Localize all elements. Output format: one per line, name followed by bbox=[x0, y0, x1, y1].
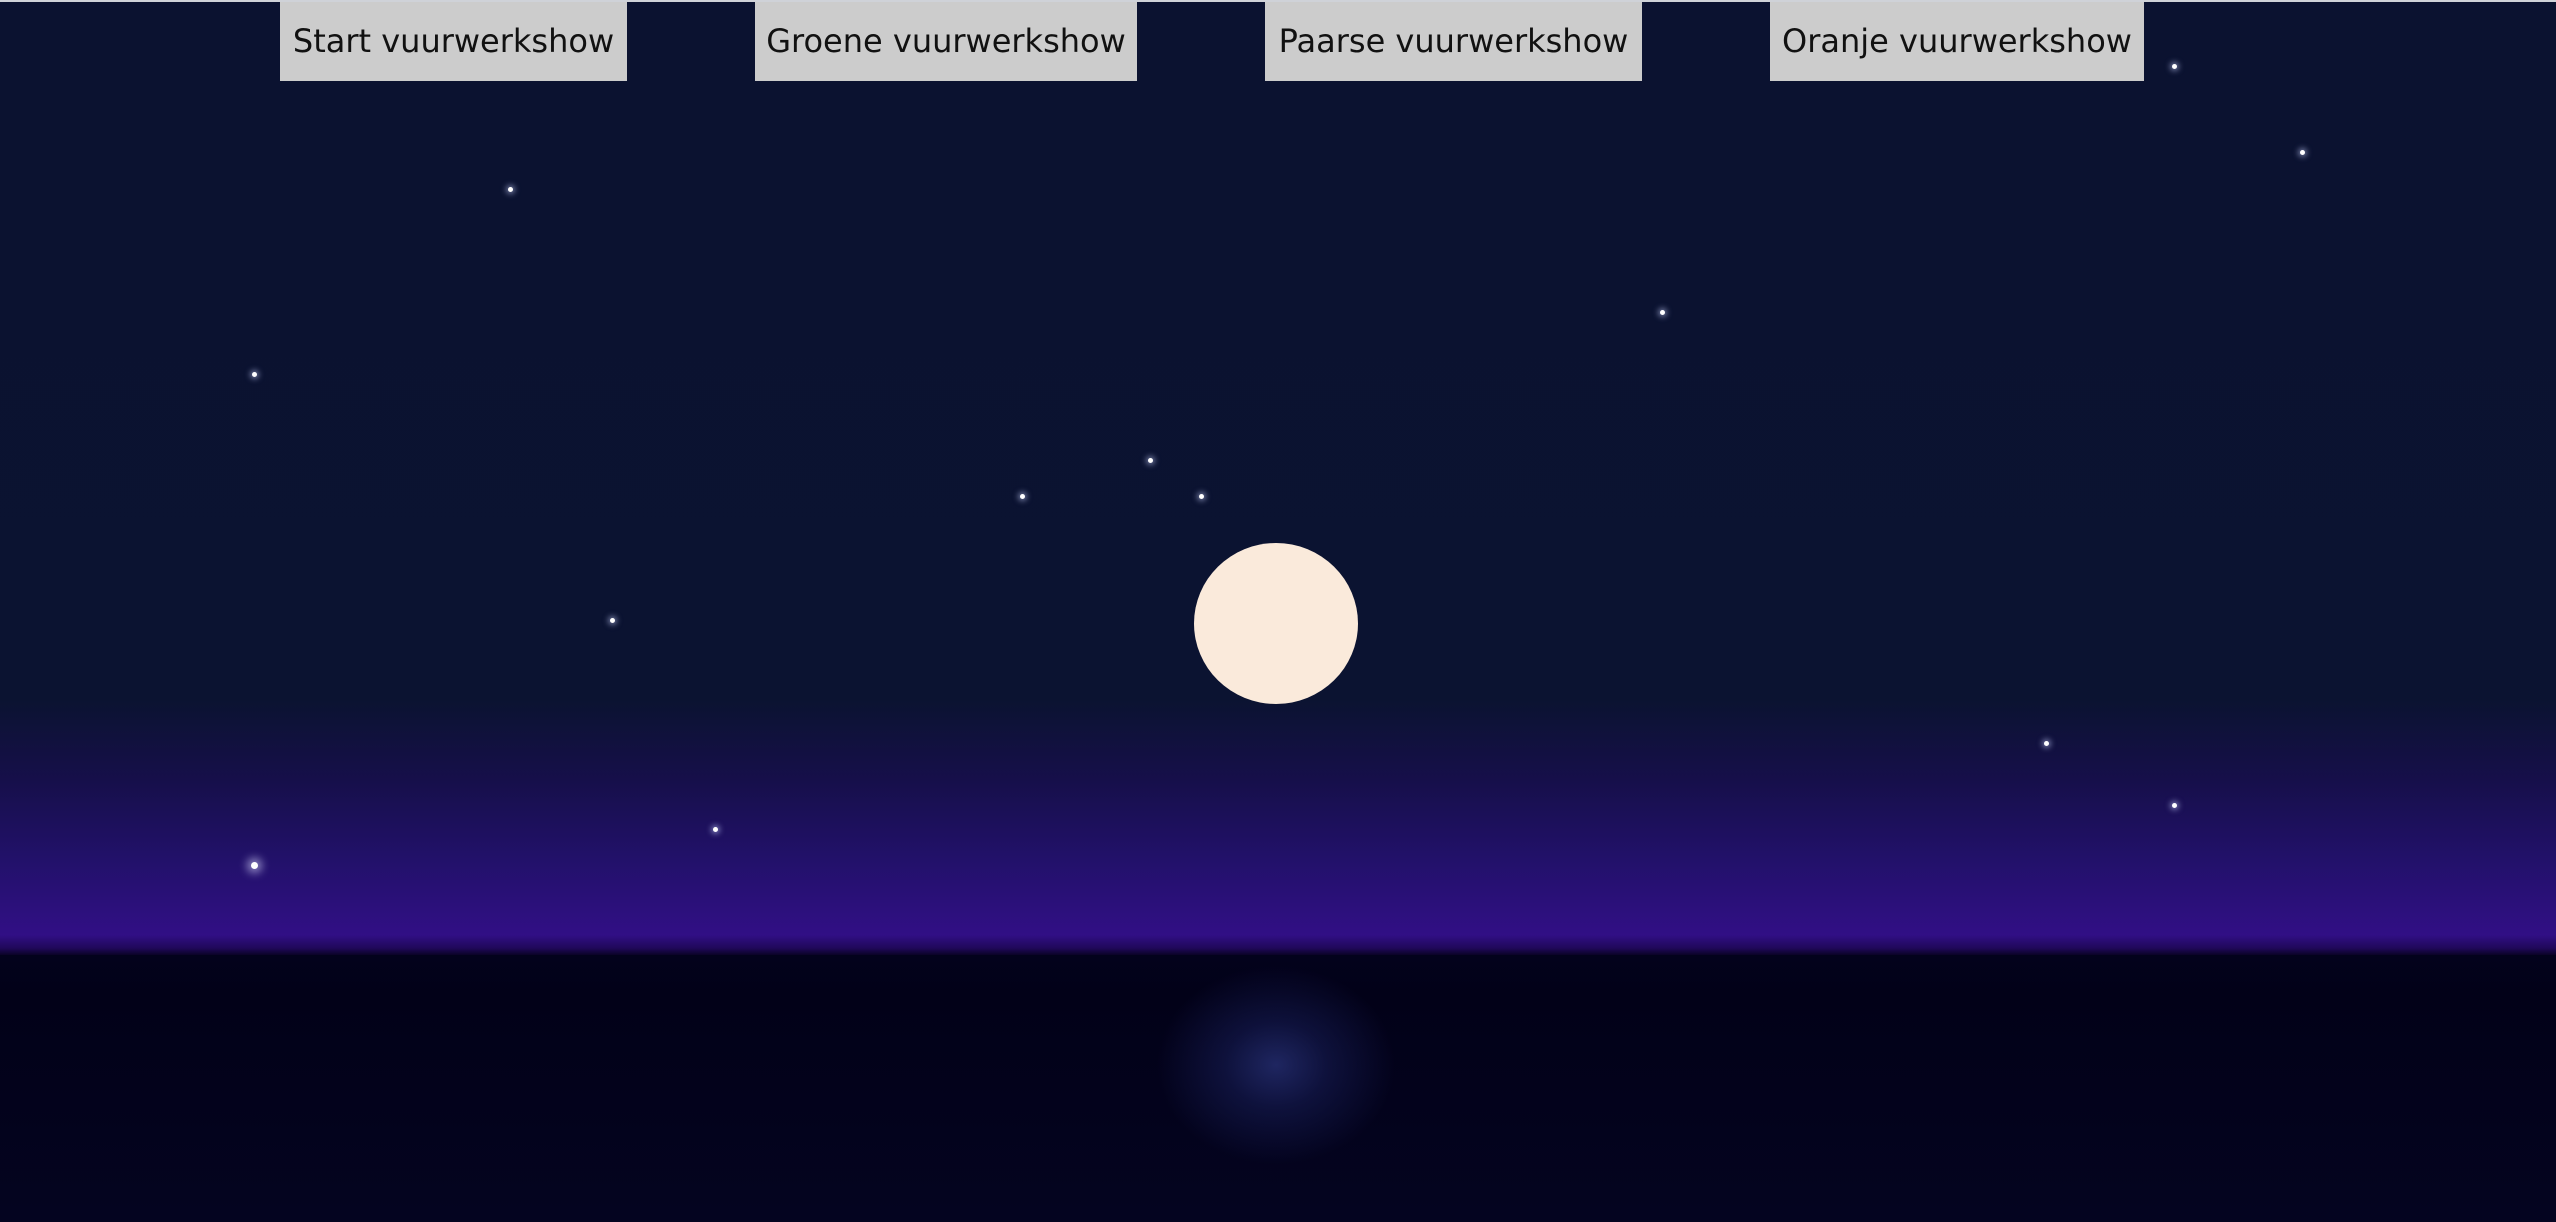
star-icon bbox=[610, 618, 615, 623]
star-icon bbox=[1148, 458, 1153, 463]
star-icon bbox=[1199, 494, 1204, 499]
night-sky bbox=[0, 0, 2556, 955]
orange-fireworks-button[interactable]: Oranje vuurwerkshow bbox=[1770, 2, 2144, 81]
moon-reflection-glow bbox=[1156, 965, 1396, 1165]
purple-fireworks-button[interactable]: Paarse vuurwerkshow bbox=[1265, 2, 1642, 81]
star-icon bbox=[251, 862, 258, 869]
night-scene: Start vuurwerkshow Groene vuurwerkshow P… bbox=[0, 0, 2556, 1222]
star-icon bbox=[2172, 64, 2177, 69]
green-fireworks-button[interactable]: Groene vuurwerkshow bbox=[755, 2, 1137, 81]
star-icon bbox=[1020, 494, 1025, 499]
start-fireworks-button[interactable]: Start vuurwerkshow bbox=[280, 2, 627, 81]
moon-icon bbox=[1194, 543, 1358, 704]
star-icon bbox=[252, 372, 257, 377]
star-icon bbox=[508, 187, 513, 192]
star-icon bbox=[713, 827, 718, 832]
star-icon bbox=[2044, 741, 2049, 746]
star-icon bbox=[1660, 310, 1665, 315]
star-icon bbox=[2172, 803, 2177, 808]
star-icon bbox=[2300, 150, 2305, 155]
